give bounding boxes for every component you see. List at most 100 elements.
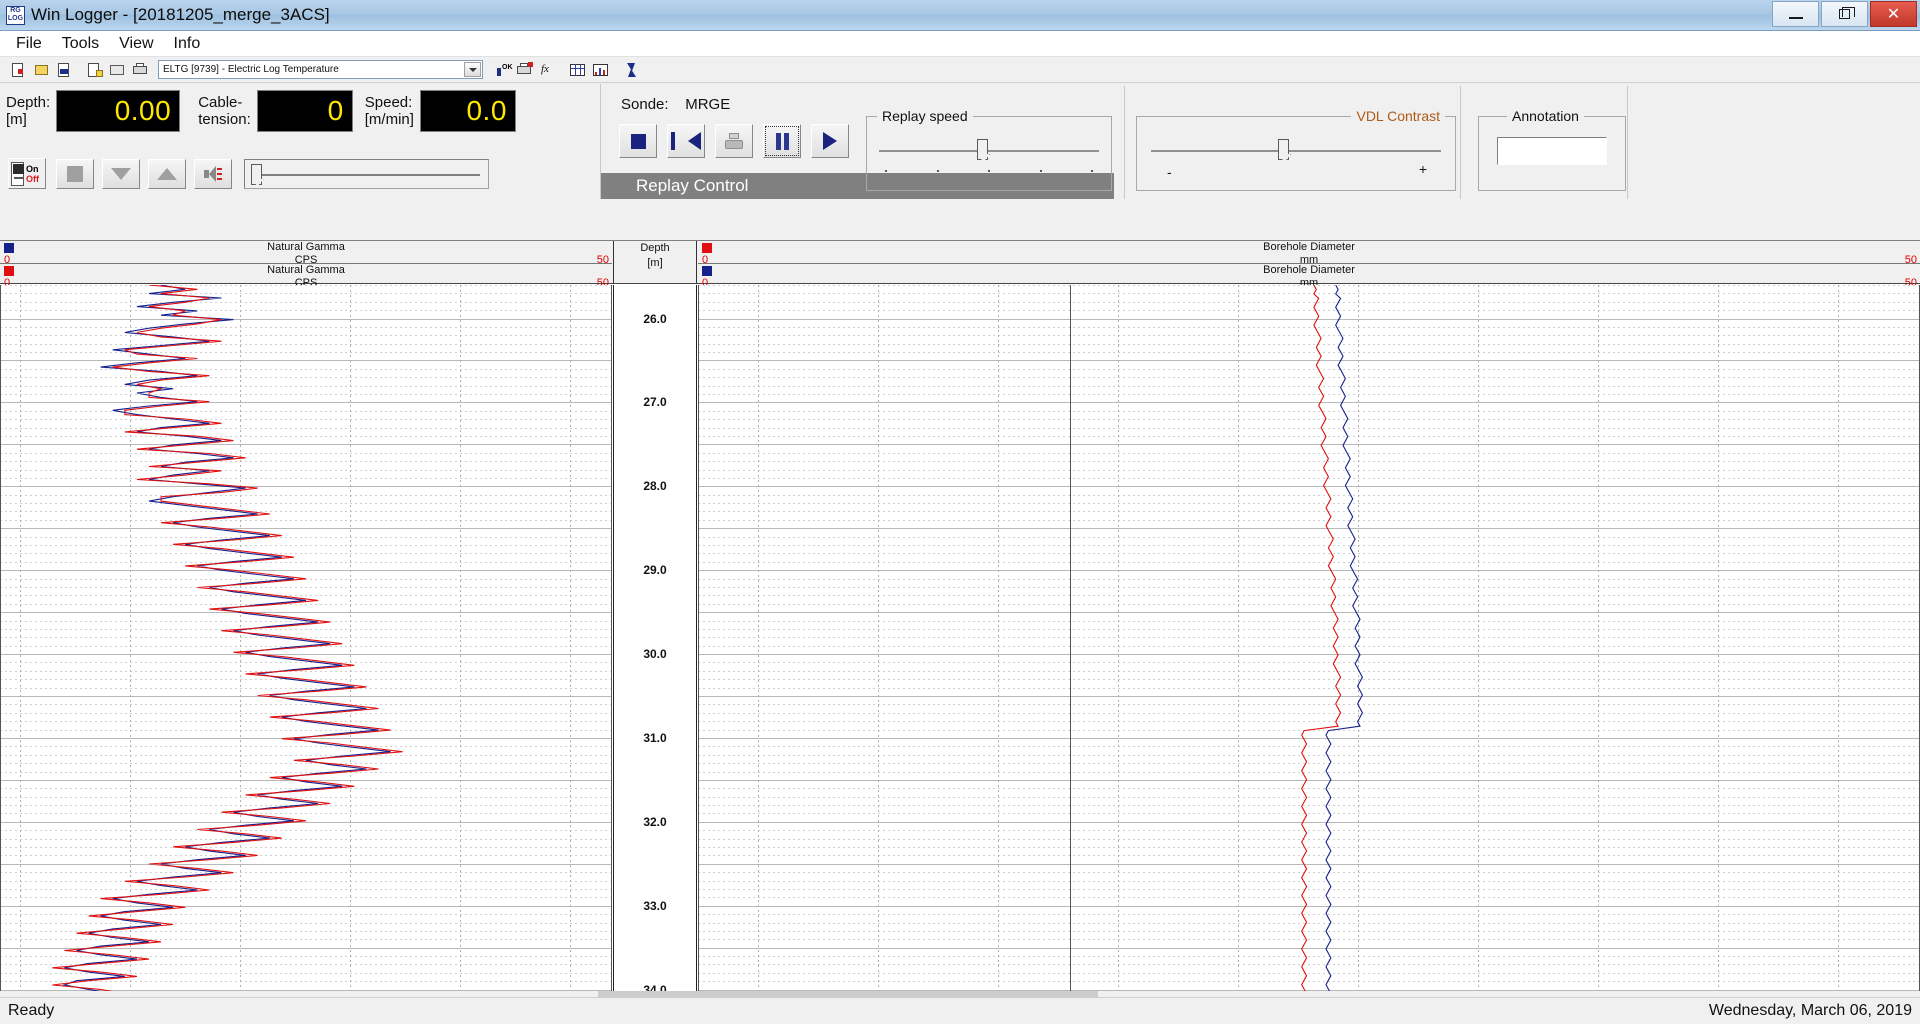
save-glyph <box>56 62 73 78</box>
vdl-contrast-title: VDL Contrast <box>1351 108 1445 124</box>
open-folder-icon[interactable] <box>31 59 52 80</box>
replay-play-button[interactable] <box>811 124 849 158</box>
app-logo-icon: RGLOG <box>6 6 25 25</box>
speaker-icon <box>204 166 222 182</box>
winch-power-toggle[interactable]: On Off <box>8 158 46 189</box>
winch-up-button[interactable] <box>148 159 186 189</box>
toolbar-separator-2 <box>483 59 490 80</box>
menu-file[interactable]: File <box>6 34 52 54</box>
toolbar-separator-1 <box>76 59 83 80</box>
vdl-contrast-group: VDL Contrast - + <box>1136 116 1456 191</box>
slider-thumb[interactable] <box>251 164 262 185</box>
title-bar: RGLOG Win Logger - [20181205_merge_3ACS]… <box>0 0 1920 31</box>
restore-button[interactable] <box>1821 1 1868 27</box>
function-icon[interactable]: fx <box>537 59 558 80</box>
winch-stop-button[interactable] <box>56 159 94 189</box>
replay-print-button[interactable] <box>715 124 753 158</box>
replay-speed-ticks <box>885 170 1093 172</box>
print-icon[interactable] <box>130 59 151 80</box>
plot-body: 26.027.028.029.030.031.032.033.034.0 <box>0 285 1920 998</box>
menu-view[interactable]: View <box>109 34 163 54</box>
tool-config-icon[interactable] <box>107 59 128 80</box>
borehole-diameter-track[interactable] <box>698 285 1920 998</box>
chart-view-icon[interactable] <box>590 59 611 80</box>
log-display-area: Natural Gamma CPS 0 50 Natural Gamma CPS… <box>0 240 1920 997</box>
annotation-title: Annotation <box>1507 108 1584 124</box>
sonde-label: Sonde: <box>621 96 669 113</box>
menu-tools[interactable]: Tools <box>52 34 109 54</box>
minimize-button[interactable] <box>1772 1 1819 27</box>
cable-tension-label-group: Cable- tension: <box>198 94 251 128</box>
cable-tension-readout: Cable- tension: 0 <box>198 90 353 132</box>
vdl-minus-label: - <box>1167 164 1172 180</box>
replay-speed-track[interactable] <box>879 150 1099 152</box>
right-track-curve-2-name: Borehole Diameter <box>698 264 1920 276</box>
winch-sound-button[interactable] <box>194 159 232 189</box>
depth-label: Depth: <box>6 94 50 111</box>
screen-glyph <box>109 62 126 78</box>
panel-divider-3 <box>1627 86 1628 199</box>
depth-readout: Depth: [m] 0.00 <box>6 90 180 132</box>
depth-value: 0.00 <box>56 90 180 132</box>
winch-power-on-label: On <box>26 164 39 174</box>
window-buttons: ✕ <box>1772 0 1920 31</box>
stop-square-icon <box>67 166 83 182</box>
replay-stop-button[interactable] <box>619 124 657 158</box>
replay-speed-group: Replay speed <box>866 116 1112 191</box>
close-button[interactable]: ✕ <box>1870 1 1917 27</box>
replay-speed-title: Replay speed <box>877 108 973 124</box>
speed-value: 0.0 <box>420 90 516 132</box>
depth-tick-label: 27.0 <box>614 395 696 409</box>
vdl-plus-label: + <box>1419 161 1427 177</box>
depth-tick-label: 26.0 <box>614 312 696 326</box>
speed-unit: [m/min] <box>365 111 414 128</box>
pause-icon <box>775 133 790 150</box>
replay-pause-button[interactable] <box>763 124 801 158</box>
bolt-glyph <box>622 62 639 78</box>
winch-speed-slider[interactable] <box>244 159 489 189</box>
chevron-down-icon[interactable] <box>464 62 481 77</box>
new-log-icon[interactable] <box>8 59 29 80</box>
rewind-icon <box>688 132 701 150</box>
depth-header-unit: [m] <box>614 257 696 269</box>
natural-gamma-track[interactable] <box>0 285 612 998</box>
slider-line <box>253 174 480 176</box>
panel-divider-1 <box>1124 86 1125 199</box>
stop-icon <box>631 134 646 149</box>
replay-rewind-button[interactable] <box>667 124 705 158</box>
calibration-icon[interactable]: OK <box>491 59 512 80</box>
arrow-up-icon <box>157 168 177 180</box>
grid-glyph <box>569 62 586 78</box>
cable-tension-value: 0 <box>257 90 353 132</box>
probe-selector-value: ELTG [9739] - Electric Log Temperature <box>163 64 339 75</box>
menu-info[interactable]: Info <box>164 34 211 54</box>
panel-divider-2 <box>1460 86 1461 199</box>
depth-calibration-icon[interactable] <box>514 59 535 80</box>
power-icon[interactable] <box>620 59 641 80</box>
toolbar: ELTG [9739] - Electric Log Temperature O… <box>0 57 1920 83</box>
track-header-band: Natural Gamma CPS 0 50 Natural Gamma CPS… <box>0 241 1920 284</box>
winch-button-row: On Off <box>8 158 489 189</box>
annotation-input[interactable] <box>1497 137 1607 165</box>
winch-power-labels: On Off <box>26 164 39 184</box>
speed-label: Speed: <box>365 94 414 111</box>
save-log-icon[interactable] <box>54 59 75 80</box>
depth-tick-label: 28.0 <box>614 479 696 493</box>
table-view-icon[interactable] <box>567 59 588 80</box>
probe-selector[interactable]: ELTG [9739] - Electric Log Temperature <box>158 60 483 79</box>
replay-speed-thumb[interactable] <box>977 139 988 160</box>
depth-column: 26.027.028.029.030.031.032.033.034.0 <box>613 285 697 998</box>
winch-panel: Depth: [m] 0.00 Cable- tension: 0 Speed:… <box>0 84 598 199</box>
status-bar: Ready Wednesday, March 06, 2019 <box>0 997 1920 1024</box>
speed-label-group: Speed: [m/min] <box>365 94 414 128</box>
left-track-curve-2-name: Natural Gamma <box>0 264 612 276</box>
window-title: Win Logger - [20181205_merge_3ACS] <box>31 5 330 25</box>
edit-header-icon[interactable] <box>84 59 105 80</box>
vdl-contrast-track[interactable] <box>1151 150 1441 152</box>
winch-down-button[interactable] <box>102 159 140 189</box>
depthcal-glyph <box>516 62 533 78</box>
cable-tension-label-2: tension: <box>198 111 251 128</box>
play-icon <box>823 132 837 150</box>
toolbar-separator-4 <box>612 59 619 80</box>
vdl-contrast-thumb[interactable] <box>1278 139 1289 160</box>
